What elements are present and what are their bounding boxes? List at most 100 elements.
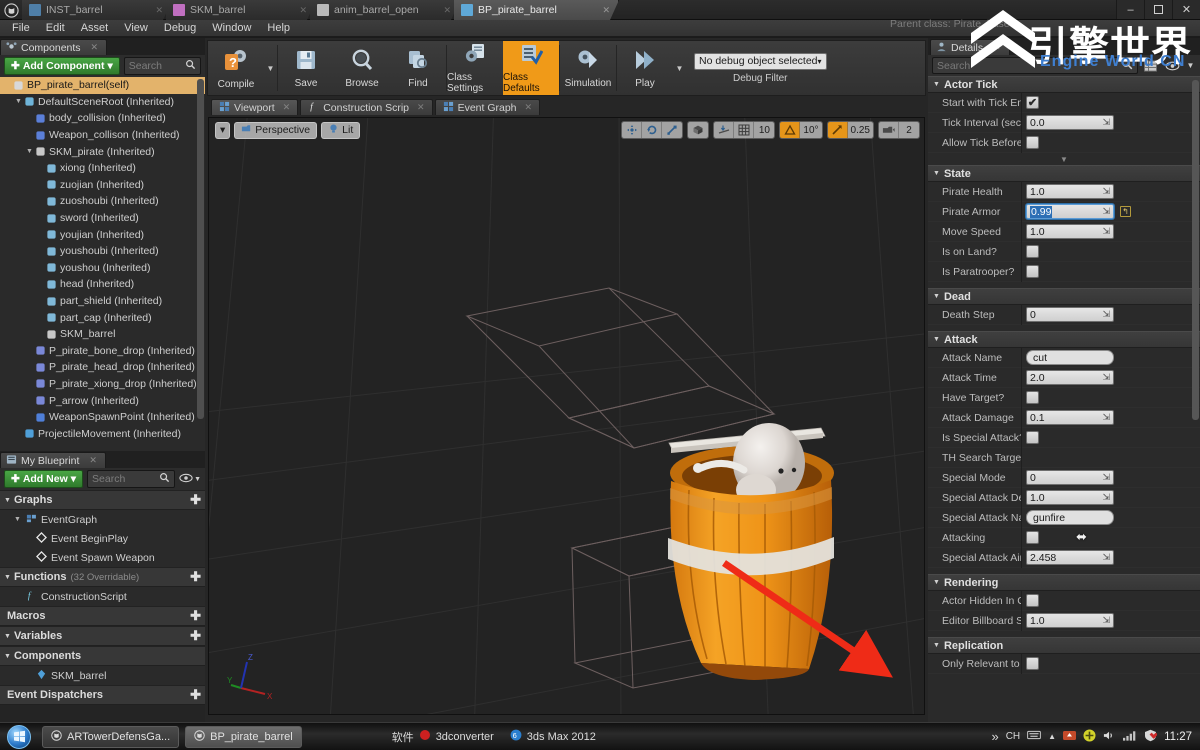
component-tree-item[interactable]: P_pirate_bone_drop (Inherited) bbox=[0, 343, 205, 360]
category-header-rendering[interactable]: ▼ Rendering bbox=[928, 574, 1200, 591]
details-scrollbar[interactable] bbox=[1192, 80, 1199, 420]
maximize-button[interactable] bbox=[1144, 0, 1172, 19]
add-component-button[interactable]: ✚ Add Component ▾ bbox=[4, 57, 120, 75]
number-input[interactable]: 2.0 ⇲ bbox=[1026, 370, 1114, 385]
camera-speed-group[interactable]: 2 bbox=[878, 121, 920, 139]
spinner-icon[interactable]: ⇲ bbox=[1102, 117, 1110, 128]
category-header-replication[interactable]: ▼ Replication bbox=[928, 637, 1200, 654]
tab-components[interactable]: Components ✕ bbox=[0, 39, 108, 55]
document-tab-0[interactable]: INST_barrel ✕ bbox=[22, 0, 172, 20]
my-blueprint-section-components[interactable]: ▼ Components bbox=[0, 646, 205, 666]
document-tab-2[interactable]: anim_barrel_open ✕ bbox=[310, 0, 460, 20]
category-expander[interactable]: ▼ bbox=[928, 153, 1200, 165]
toolbar-simulation-button[interactable]: Simulation bbox=[560, 41, 616, 95]
taskbar-middle-item-0[interactable]: 软件 3dconverter bbox=[392, 729, 494, 745]
add-icon[interactable]: ✚ bbox=[190, 608, 201, 624]
update-icon[interactable] bbox=[1063, 729, 1077, 745]
reset-to-default-icon[interactable]: ↰ bbox=[1120, 206, 1131, 217]
scale-snap-group[interactable]: 0.25 bbox=[826, 121, 874, 139]
expand-arrow-icon[interactable]: ▼ bbox=[933, 81, 940, 88]
spinner-icon[interactable]: ⇲ bbox=[1102, 206, 1110, 217]
add-icon[interactable]: ✚ bbox=[190, 492, 201, 508]
expand-arrow-icon[interactable]: ▼ bbox=[25, 148, 34, 155]
number-input[interactable]: 1.0 ⇲ bbox=[1026, 613, 1114, 628]
component-tree-item[interactable]: part_shield (Inherited) bbox=[0, 293, 205, 310]
spinner-icon[interactable]: ⇲ bbox=[1102, 372, 1110, 383]
component-tree-item[interactable]: part_cap (Inherited) bbox=[0, 309, 205, 326]
scale-snap-value[interactable]: 0.25 bbox=[847, 122, 873, 138]
close-icon[interactable]: ✕ bbox=[417, 102, 425, 113]
expand-arrow-icon[interactable]: ▼ bbox=[933, 642, 940, 649]
component-tree-item[interactable]: ▼ DefaultSceneRoot (Inherited) bbox=[0, 94, 205, 111]
component-tree-item[interactable]: sword (Inherited) bbox=[0, 210, 205, 227]
component-tree-item[interactable]: Weapon_collison (Inherited) bbox=[0, 127, 205, 144]
up-arrow-icon[interactable]: ▲ bbox=[1048, 732, 1056, 741]
chevron-down-icon[interactable]: ▼ bbox=[1185, 57, 1196, 74]
taskbar-clock[interactable]: 11:27 bbox=[1164, 731, 1192, 743]
close-icon[interactable]: ✕ bbox=[596, 5, 610, 16]
rotation-snap-value[interactable]: 10° bbox=[800, 122, 822, 138]
spinner-icon[interactable]: ⇲ bbox=[1102, 186, 1110, 197]
spinner-icon[interactable]: ⇲ bbox=[1102, 472, 1110, 483]
toolbar-compile-button[interactable]: ? Compile bbox=[208, 41, 264, 95]
editor-tab-viewport[interactable]: Viewport ✕ bbox=[211, 99, 299, 115]
component-tree-item[interactable]: P_arrow (Inherited) bbox=[0, 392, 205, 409]
spinner-icon[interactable]: ⇲ bbox=[1102, 309, 1110, 320]
expand-arrow-icon[interactable]: ▼ bbox=[933, 336, 940, 343]
component-tree-item[interactable]: P_pirate_head_drop (Inherited) bbox=[0, 359, 205, 376]
add-new-button[interactable]: ✚ Add New ▾ bbox=[4, 470, 84, 488]
tab-details[interactable]: Details ✕ bbox=[930, 39, 1010, 55]
my-blueprint-item[interactable]: SKM_barrel bbox=[0, 666, 205, 685]
viewport-3d-scene[interactable] bbox=[209, 118, 924, 714]
component-tree-item[interactable]: zuojian (Inherited) bbox=[0, 177, 205, 194]
close-icon[interactable]: ✕ bbox=[149, 5, 163, 16]
viewport[interactable]: ▾ Perspective Lit 10 10° 0.25 2 X Y Z bbox=[208, 117, 925, 715]
close-icon[interactable]: ✕ bbox=[525, 102, 533, 113]
my-blueprint-item[interactable]: Event BeginPlay bbox=[0, 529, 205, 548]
rotation-snap-icon[interactable] bbox=[780, 122, 801, 138]
checkbox[interactable] bbox=[1026, 265, 1039, 278]
expand-arrow-icon[interactable]: ▼ bbox=[933, 579, 940, 586]
component-tree-item[interactable]: WeaponSpawnPoint (Inherited) bbox=[0, 409, 205, 426]
my-blueprint-section-graphs[interactable]: ▼ Graphs ✚ bbox=[0, 490, 205, 510]
language-indicator[interactable]: CH bbox=[1006, 731, 1020, 742]
menu-item-file[interactable]: File bbox=[4, 20, 38, 36]
my-blueprint-section-variables[interactable]: ▼ Variables ✚ bbox=[0, 626, 205, 646]
checkbox[interactable] bbox=[1026, 136, 1039, 149]
component-tree-item[interactable]: youshoubi (Inherited) bbox=[0, 243, 205, 260]
document-tab-1[interactable]: SKM_barrel ✕ bbox=[166, 0, 316, 20]
eye-icon[interactable] bbox=[1163, 57, 1182, 74]
taskbar-middle-item-1[interactable]: 6 3ds Max 2012 bbox=[510, 729, 596, 744]
rotate-tool-icon[interactable] bbox=[642, 122, 663, 138]
keyboard-icon[interactable] bbox=[1027, 730, 1041, 743]
signal-icon[interactable] bbox=[1123, 730, 1137, 744]
number-input[interactable]: 0.0 ⇲ bbox=[1026, 115, 1114, 130]
scale-tool-icon[interactable] bbox=[662, 122, 683, 138]
close-icon[interactable]: ✕ bbox=[283, 102, 291, 113]
menu-item-help[interactable]: Help bbox=[259, 20, 298, 36]
tray-expand-icon[interactable]: » bbox=[991, 729, 998, 744]
component-tree[interactable]: BP_pirate_barrel(self) ▼ DefaultSceneRoot … bbox=[0, 77, 205, 451]
expand-arrow-icon[interactable]: ▼ bbox=[14, 98, 23, 105]
checkbox[interactable] bbox=[1026, 594, 1039, 607]
my-blueprint-search-input[interactable]: Search bbox=[87, 470, 176, 488]
add-icon[interactable]: ✚ bbox=[190, 687, 201, 703]
viewport-menu-button[interactable]: ▾ bbox=[215, 121, 231, 139]
property-list[interactable]: ▼ Actor Tick Start with Tick En ✔ Tick Inter… bbox=[928, 76, 1200, 722]
move-tool-icon[interactable] bbox=[622, 122, 643, 138]
grid-snap-icon[interactable] bbox=[734, 122, 755, 138]
my-blueprint-list[interactable]: ▼ Graphs ✚ ▼ EventGraph Event BeginPlay Event … bbox=[0, 490, 205, 705]
close-button[interactable]: ✕ bbox=[1172, 0, 1200, 19]
close-icon[interactable]: ✕ bbox=[293, 5, 307, 16]
camera-speed-icon[interactable] bbox=[879, 122, 899, 138]
security-icon[interactable] bbox=[1144, 729, 1158, 745]
number-input[interactable]: 2.458 ⇲ bbox=[1026, 550, 1114, 565]
toolbar-browse-button[interactable]: Browse bbox=[334, 41, 390, 95]
expand-arrow-icon[interactable]: ▼ bbox=[14, 516, 22, 523]
number-input[interactable]: 1.0 ⇲ bbox=[1026, 490, 1114, 505]
editor-tab-construction-scrip[interactable]: f Construction Scrip ✕ bbox=[300, 99, 433, 115]
chevron-down-icon[interactable]: ▼ bbox=[673, 41, 686, 95]
camera-mode-button[interactable]: Perspective bbox=[234, 121, 318, 139]
text-input[interactable]: cut bbox=[1026, 350, 1114, 365]
rotation-snap-group[interactable]: 10° bbox=[779, 121, 823, 139]
